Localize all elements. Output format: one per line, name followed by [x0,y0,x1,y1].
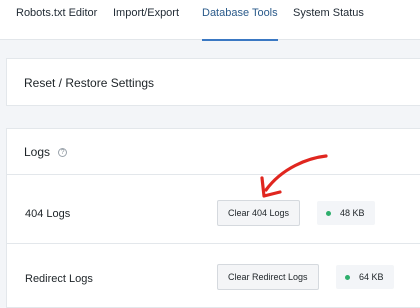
size-value: 48 KB [340,208,365,218]
reset-restore-title: Reset / Restore Settings [24,76,155,90]
divider [7,243,420,244]
row-label-404-logs: 404 Logs [25,208,71,220]
clear-404-logs-button[interactable]: Clear 404 Logs [217,200,301,226]
size-badge-redirect-logs: 64 KB [336,265,394,289]
tab-import-export[interactable]: Import/Export [113,0,179,40]
tab-database-tools[interactable]: Database Tools [202,0,278,41]
logs-header: Logs ? [24,145,68,159]
clear-redirect-logs-button[interactable]: Clear Redirect Logs [217,264,319,290]
logs-title: Logs [24,145,51,159]
row-label-redirect-logs: Redirect Logs [25,273,93,285]
size-value: 64 KB [359,272,384,282]
divider [7,174,420,175]
status-dot [345,274,350,280]
status-dot [326,210,331,216]
tab-robots-txt-editor[interactable]: Robots.txt Editor [16,0,97,40]
logs-card: Logs ? 404 Logs Clear 404 Logs 48 KB Red… [6,128,420,308]
tab-system-status[interactable]: System Status [293,0,364,40]
help-icon[interactable]: ? [58,147,68,157]
reset-restore-card[interactable]: Reset / Restore Settings [6,58,420,106]
size-badge-404-logs: 48 KB [317,201,375,225]
tab-bar: Robots.txt Editor Import/Export Database… [0,0,420,41]
